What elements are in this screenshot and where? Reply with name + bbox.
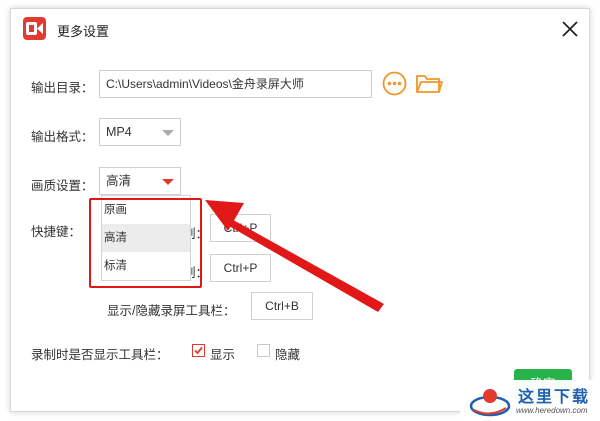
watermark-logo-icon xyxy=(469,389,511,417)
chevron-down-icon xyxy=(162,130,174,136)
quality-option-selected[interactable]: 高清 xyxy=(102,224,190,252)
show-toolbar-checkbox[interactable] xyxy=(192,344,205,357)
quality-option[interactable]: 标清 xyxy=(102,252,190,280)
settings-dialog: 更多设置 输出目录： C:\Users\admin\Videos\金舟录屏大师 … xyxy=(10,8,590,412)
toolbar-visibility-label: 录制时是否显示工具栏： xyxy=(31,348,169,362)
dialog-title: 更多设置 xyxy=(57,24,110,39)
close-button[interactable] xyxy=(559,18,581,40)
output-format-label: 输出格式： xyxy=(31,130,94,144)
hotkey-toolbar-label: 显示/隐藏录屏工具栏： xyxy=(107,304,236,318)
hide-toolbar-checkbox[interactable] xyxy=(257,344,270,357)
quality-option[interactable]: 原画 xyxy=(102,196,190,224)
hotkeys-label: 快捷键： xyxy=(31,225,82,239)
show-toolbar-label: 显示 xyxy=(210,348,236,362)
quality-select[interactable]: 高清 xyxy=(99,167,181,195)
quality-label: 画质设置： xyxy=(31,179,94,193)
folder-icon xyxy=(416,75,443,93)
watermark-text: 这里下载 xyxy=(518,387,591,406)
chevron-down-icon xyxy=(162,179,174,185)
hotkey-row1-input[interactable]: Ctrl+P xyxy=(210,214,271,242)
app-logo-icon xyxy=(23,17,46,40)
output-dir-label: 输出目录： xyxy=(31,81,94,95)
output-format-value: MP4 xyxy=(106,125,132,139)
close-icon xyxy=(562,21,578,37)
checkmark-icon xyxy=(194,346,203,355)
watermark-url: www.heredown.com xyxy=(516,406,588,415)
title-bar: 更多设置 xyxy=(11,9,589,49)
watermark: 这里下载 www.heredown.com xyxy=(460,380,600,421)
quality-value: 高清 xyxy=(106,174,132,188)
open-folder-button[interactable] xyxy=(415,71,443,96)
hotkey-row2-input[interactable]: Ctrl+P xyxy=(210,254,271,282)
output-format-select[interactable]: MP4 xyxy=(99,118,181,146)
hotkey-toolbar-input[interactable]: Ctrl+B xyxy=(251,292,313,320)
more-options-icon xyxy=(382,71,407,96)
hide-toolbar-label: 隐藏 xyxy=(275,348,301,362)
more-options-button[interactable] xyxy=(382,71,407,96)
quality-dropdown-list: 原画 高清 标清 xyxy=(101,195,191,281)
output-dir-input[interactable]: C:\Users\admin\Videos\金舟录屏大师 xyxy=(99,70,372,98)
